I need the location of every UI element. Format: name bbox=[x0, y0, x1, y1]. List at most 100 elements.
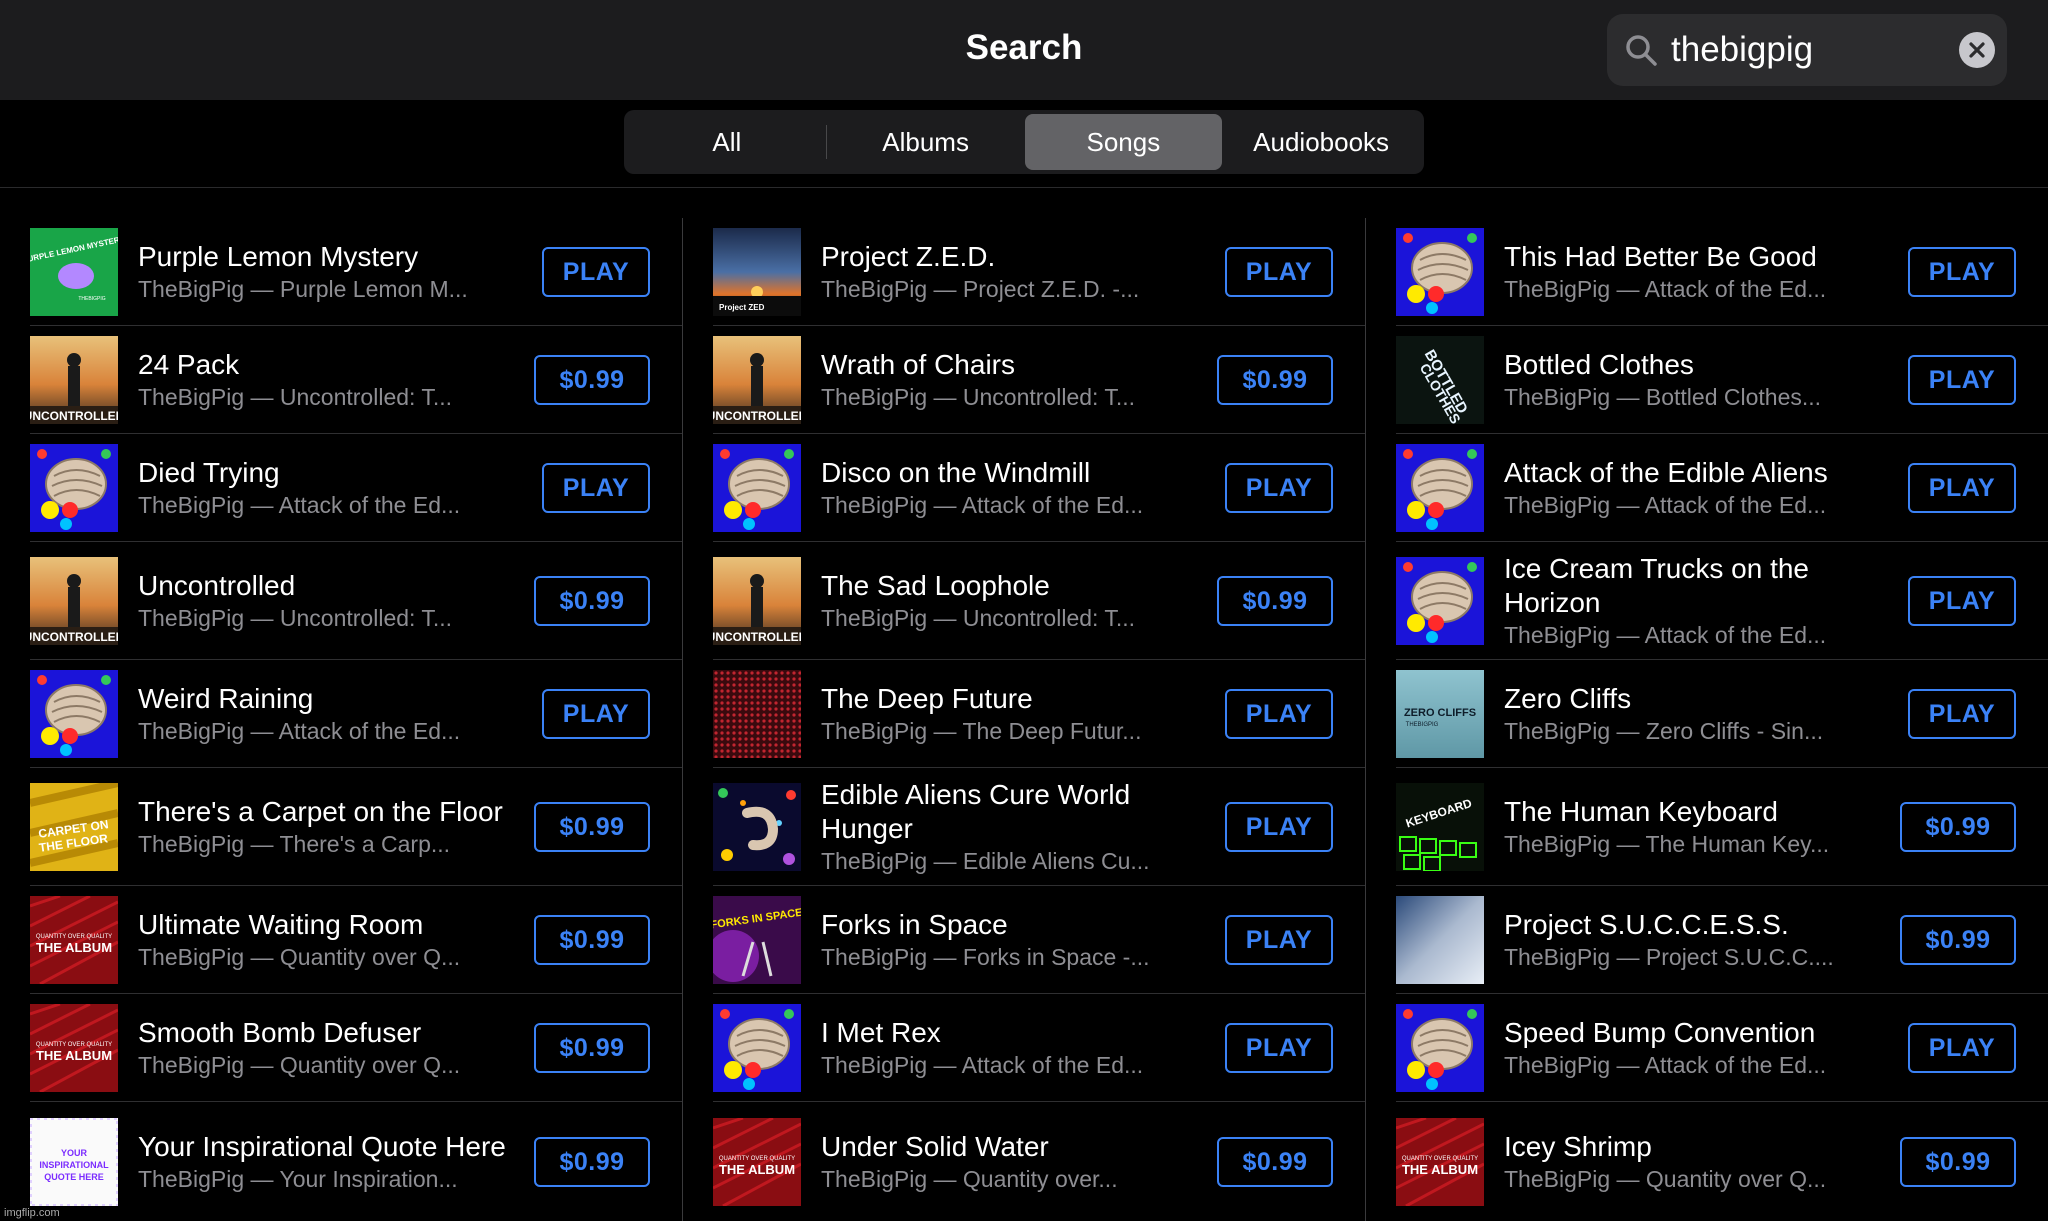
album-artwork: KEYBOARD bbox=[1396, 783, 1484, 871]
song-subtitle: TheBigPig — Quantity over Q... bbox=[138, 944, 461, 970]
play-button[interactable]: PLAY bbox=[1908, 247, 2016, 297]
song-row[interactable]: YOUR INSPIRATIONAL QUOTE HERE YOUR INSPI… bbox=[0, 1102, 682, 1221]
song-title: Zero Cliffs bbox=[1504, 683, 1632, 714]
buy-price-button[interactable]: $0.99 bbox=[534, 576, 650, 626]
song-row[interactable]: QUANTITY OVER QUALITY THE ALBUM Smooth B… bbox=[0, 994, 682, 1102]
clear-search-icon[interactable] bbox=[1959, 32, 1995, 68]
album-artwork: QUANTITY OVER QUALITY THE ALBUM bbox=[1396, 1118, 1484, 1206]
song-row[interactable]: UNCONTROLLED 24 Pack TheBigPig — Uncontro… bbox=[0, 326, 682, 434]
play-button[interactable]: PLAY bbox=[1908, 689, 2016, 739]
song-title: Your Inspirational Quote Here bbox=[138, 1131, 506, 1162]
play-button[interactable]: PLAY bbox=[1225, 689, 1333, 739]
song-row[interactable]: Edible Aliens Cure World Hunger TheBigPig… bbox=[683, 768, 1365, 886]
svg-text:THE ALBUM: THE ALBUM bbox=[719, 1162, 795, 1177]
song-row[interactable]: CARPET ON THE FLOOR CARPET ON THE FLOOR … bbox=[0, 768, 682, 886]
play-button[interactable]: PLAY bbox=[1225, 1023, 1333, 1073]
album-artwork bbox=[1396, 896, 1484, 984]
play-button[interactable]: PLAY bbox=[1908, 355, 2016, 405]
album-artwork bbox=[30, 444, 118, 532]
song-subtitle: TheBigPig — Attack of the Ed... bbox=[821, 1052, 1144, 1078]
buy-price-button[interactable]: $0.99 bbox=[534, 355, 650, 405]
song-row[interactable]: UNCONTROLLED Uncontrolled TheBigPig — Unc… bbox=[0, 542, 682, 660]
play-button[interactable]: PLAY bbox=[1225, 915, 1333, 965]
song-row[interactable]: Project ZED Project Z.E.D. TheBigPig — Pr… bbox=[683, 218, 1365, 326]
song-title: 24 Pack bbox=[138, 349, 240, 380]
svg-text:INSPIRATIONAL: INSPIRATIONAL bbox=[39, 1160, 109, 1170]
song-subtitle: TheBigPig — Zero Cliffs - Sin... bbox=[1504, 718, 1824, 744]
song-row[interactable]: BOTTLED CLOTHES BOTTLED CLOTHES Bottled … bbox=[1366, 326, 2048, 434]
buy-price-button[interactable]: $0.99 bbox=[534, 1023, 650, 1073]
song-row[interactable]: ZERO CLIFFS THEBIGPIG Zero Cliffs TheBigP… bbox=[1366, 660, 2048, 768]
watermark: imgflip.com bbox=[4, 1207, 60, 1219]
search-input[interactable] bbox=[1671, 24, 1941, 76]
svg-text:THEBIGPIG: THEBIGPIG bbox=[1406, 722, 1439, 728]
song-row[interactable]: Project S.U.C.C.E.S.S. TheBigPig — Projec… bbox=[1366, 886, 2048, 994]
song-row[interactable]: Disco on the Windmill TheBigPig — Attack … bbox=[683, 434, 1365, 542]
song-row[interactable]: QUANTITY OVER QUALITY THE ALBUM Ultimate… bbox=[0, 886, 682, 994]
song-row[interactable]: QUANTITY OVER QUALITY THE ALBUM Icey Shr… bbox=[1366, 1102, 2048, 1221]
song-row[interactable]: I Met Rex TheBigPig — Attack of the Ed...… bbox=[683, 994, 1365, 1102]
song-subtitle: TheBigPig — Quantity over... bbox=[821, 1166, 1118, 1192]
play-button[interactable]: PLAY bbox=[1908, 463, 2016, 513]
svg-text:YOUR: YOUR bbox=[61, 1148, 88, 1158]
song-row[interactable]: Speed Bump Convention TheBigPig — Attack … bbox=[1366, 994, 2048, 1102]
buy-price-button[interactable]: $0.99 bbox=[1900, 1137, 2016, 1187]
song-title: The Human Keyboard bbox=[1504, 796, 1778, 827]
play-button[interactable]: PLAY bbox=[1225, 247, 1333, 297]
svg-text:THE ALBUM: THE ALBUM bbox=[36, 940, 112, 955]
album-artwork bbox=[713, 670, 801, 758]
song-row[interactable]: The Deep Future TheBigPig — The Deep Futu… bbox=[683, 660, 1365, 768]
album-artwork: UNCONTROLLED bbox=[30, 336, 118, 424]
buy-price-button[interactable]: $0.99 bbox=[1217, 1137, 1333, 1187]
song-row[interactable]: KEYBOARD The Human Keyboard TheBigPig — T… bbox=[1366, 768, 2048, 886]
song-row[interactable]: QUANTITY OVER QUALITY THE ALBUM Under So… bbox=[683, 1102, 1365, 1221]
song-subtitle: TheBigPig — Quantity over Q... bbox=[138, 1052, 461, 1078]
buy-price-button[interactable]: $0.99 bbox=[1900, 915, 2016, 965]
album-artwork: UNCONTROLLED bbox=[713, 336, 801, 424]
tab-songs[interactable]: Songs bbox=[1024, 114, 1223, 170]
song-subtitle: TheBigPig — Attack of the Ed... bbox=[1504, 276, 1827, 302]
search-box[interactable] bbox=[1607, 14, 2007, 86]
song-title: Died Trying bbox=[138, 457, 280, 488]
buy-price-button[interactable]: $0.99 bbox=[534, 915, 650, 965]
song-row[interactable]: FORKS IN SPACE Forks in Space TheBigPig —… bbox=[683, 886, 1365, 994]
play-button[interactable]: PLAY bbox=[542, 247, 650, 297]
buy-price-button[interactable]: $0.99 bbox=[1900, 802, 2016, 852]
buy-price-button[interactable]: $0.99 bbox=[1217, 355, 1333, 405]
top-bar: Search bbox=[0, 0, 2048, 101]
tab-all[interactable]: All bbox=[628, 114, 826, 170]
song-title: Ultimate Waiting Room bbox=[138, 909, 424, 940]
album-artwork bbox=[1396, 1004, 1484, 1092]
song-row[interactable]: Died Trying TheBigPig — Attack of the Ed.… bbox=[0, 434, 682, 542]
svg-text:THE ALBUM: THE ALBUM bbox=[1402, 1162, 1478, 1177]
song-subtitle: TheBigPig — Uncontrolled: T... bbox=[138, 605, 453, 631]
play-button[interactable]: PLAY bbox=[542, 689, 650, 739]
play-button[interactable]: PLAY bbox=[1225, 802, 1333, 852]
play-button[interactable]: PLAY bbox=[1225, 463, 1333, 513]
song-subtitle: TheBigPig — Project Z.E.D. -... bbox=[821, 276, 1140, 302]
song-row[interactable]: Weird Raining TheBigPig — Attack of the E… bbox=[0, 660, 682, 768]
play-button[interactable]: PLAY bbox=[542, 463, 650, 513]
buy-price-button[interactable]: $0.99 bbox=[534, 802, 650, 852]
song-row[interactable]: PURPLE LEMON MYSTERY THEBIGPIG Purple Le… bbox=[0, 218, 682, 326]
song-title: There's a Carpet on the Floor bbox=[138, 796, 503, 827]
song-row[interactable]: Ice Cream Trucks on the Horizon TheBigPig… bbox=[1366, 542, 2048, 660]
tab-audiobooks[interactable]: Audiobooks bbox=[1222, 114, 1420, 170]
tab-albums[interactable]: Albums bbox=[827, 114, 1025, 170]
song-row[interactable]: UNCONTROLLED Wrath of Chairs TheBigPig — … bbox=[683, 326, 1365, 434]
song-row[interactable]: Attack of the Edible Aliens TheBigPig — A… bbox=[1366, 434, 2048, 542]
song-row[interactable]: UNCONTROLLED The Sad Loophole TheBigPig —… bbox=[683, 542, 1365, 660]
song-title: Attack of the Edible Aliens bbox=[1504, 457, 1828, 488]
album-artwork: UNCONTROLLED bbox=[30, 557, 118, 645]
song-subtitle: TheBigPig — Attack of the Ed... bbox=[138, 718, 461, 744]
svg-text:THEBIGPIG: THEBIGPIG bbox=[78, 296, 105, 302]
song-subtitle: TheBigPig — Edible Aliens Cu... bbox=[821, 848, 1150, 874]
play-button[interactable]: PLAY bbox=[1908, 1023, 2016, 1073]
svg-text:THE ALBUM: THE ALBUM bbox=[36, 1048, 112, 1063]
song-title: Wrath of Chairs bbox=[821, 349, 1015, 380]
play-button[interactable]: PLAY bbox=[1908, 576, 2016, 626]
buy-price-button[interactable]: $0.99 bbox=[534, 1137, 650, 1187]
album-artwork bbox=[1396, 557, 1484, 645]
song-row[interactable]: This Had Better Be Good TheBigPig — Attac… bbox=[1366, 218, 2048, 326]
buy-price-button[interactable]: $0.99 bbox=[1217, 576, 1333, 626]
